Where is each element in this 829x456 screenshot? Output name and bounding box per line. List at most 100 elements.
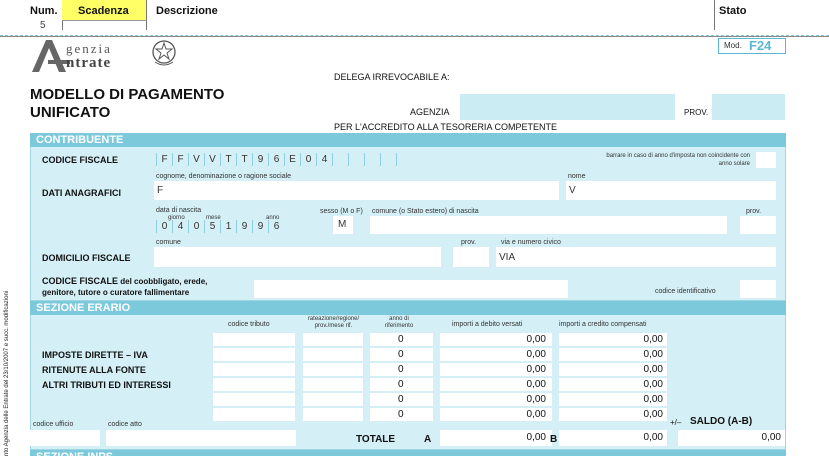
codice-ufficio-label: codice ufficio [33, 421, 74, 428]
codice-tributo-input[interactable] [213, 378, 295, 391]
comune-domicilio-input[interactable] [154, 247, 441, 267]
rateazione-input[interactable] [303, 363, 363, 376]
totale-a-label: A [424, 434, 432, 445]
via-input[interactable]: VIA [496, 247, 776, 267]
anno-riferimento-input[interactable]: 0 [370, 393, 433, 406]
codice-tributo-input[interactable] [213, 348, 295, 361]
form-title-line1: MODELLO DI PAGAMENTO [30, 86, 225, 103]
codice-tributo-input[interactable] [213, 393, 295, 406]
anno-riferimento-input[interactable]: 0 [370, 348, 433, 361]
anno-riferimento-input[interactable]: 0 [370, 363, 433, 376]
rateazione-input[interactable] [303, 408, 363, 421]
totale-label: TOTALE [356, 434, 396, 445]
header-col-stato[interactable]: Stato [714, 0, 828, 30]
mod-label: Mod. [724, 41, 742, 50]
rateazione-input[interactable] [303, 378, 363, 391]
row-label-imposte: IMPOSTE DIRETTE – IVA [42, 350, 148, 360]
num-value: 5 [40, 20, 46, 31]
codice-tributo-input[interactable] [213, 408, 295, 421]
importo-credito-input[interactable]: 0,00 [559, 408, 667, 421]
delega-field[interactable] [460, 56, 785, 88]
comune-label: comune [156, 239, 181, 246]
plus-minus-symbol: +/– [670, 418, 682, 427]
col-debito: importi a debito versati [452, 321, 523, 328]
header-num-label: Num. [30, 5, 58, 17]
codice-tributo-input[interactable] [213, 333, 295, 346]
prov-dom-label: prov. [461, 239, 477, 246]
col-rateazione: rateazione/regione/ prov./mese rif. [307, 316, 360, 329]
cognome-label: cognome, denominazione o ragione sociale [156, 173, 292, 180]
header-scadenza-label: Scadenza [78, 5, 129, 17]
cognome-input[interactable]: F [154, 181, 559, 200]
contribuente-section-header: CONTRIBUENTE [30, 133, 786, 147]
header-stato-label: Stato [719, 5, 747, 17]
rateazione-input[interactable] [303, 333, 363, 346]
col-anno: anno di riferimento [384, 316, 414, 329]
rateazione-input[interactable] [303, 393, 363, 406]
prov-label: PROV. [684, 108, 709, 117]
header-descrizione-label: Descrizione [156, 5, 218, 17]
delega-label: DELEGA IRREVOCABILE A: [334, 72, 450, 82]
form-title-line2: UNIFICATO [30, 104, 111, 121]
prov-nascita-input[interactable] [740, 216, 776, 234]
header-col-scadenza[interactable]: Scadenza [62, 0, 147, 30]
rateazione-input[interactable] [303, 348, 363, 361]
sesso-input[interactable]: M [333, 216, 353, 234]
importo-credito-input[interactable]: 0,00 [559, 378, 667, 391]
erario-section-header: SEZIONE ERARIO [30, 301, 786, 315]
dati-anagrafici-label: DATI ANAGRAFICI [42, 188, 121, 198]
prov-domicilio-input[interactable] [453, 247, 489, 267]
importo-debito-input[interactable]: 0,00 [440, 393, 552, 406]
domicilio-fiscale-label: DOMICILIO FISCALE [42, 253, 131, 263]
importo-debito-input[interactable]: 0,00 [440, 363, 552, 376]
row-label-altri: ALTRI TRIBUTI ED INTERESSI [42, 380, 171, 390]
mod-code: F24 [749, 38, 772, 53]
comune-nascita-input[interactable] [370, 216, 727, 234]
row-label-ritenute: RITENUTE ALLA FONTE [42, 365, 146, 375]
prov-field[interactable] [712, 94, 785, 120]
importo-credito-input[interactable]: 0,00 [559, 363, 667, 376]
side-decree-text: nto Agenzia delle Entrate del 23/10/2007… [4, 290, 10, 456]
codice-atto-input[interactable] [106, 430, 296, 446]
anno-riferimento-input[interactable]: 0 [370, 378, 433, 391]
inps-section-header: SEZIONE INPS [30, 450, 786, 456]
nome-label: nome [568, 173, 586, 180]
codice-identificativo-label: codice identificativo [655, 288, 716, 295]
totale-a-field: 0,00 [440, 430, 552, 446]
anno-riferimento-input[interactable]: 0 [370, 408, 433, 421]
data-nascita-field[interactable]: 0 4 0 5 1 9 9 6 [156, 220, 284, 233]
importo-credito-input[interactable]: 0,00 [559, 348, 667, 361]
col-codice-tributo: codice tributo [228, 321, 270, 328]
saldo-field: 0,00 [678, 430, 785, 446]
coobbligato-input[interactable] [254, 280, 568, 298]
header-col-num[interactable]: Num. 5 [0, 0, 63, 31]
importo-credito-input[interactable]: 0,00 [559, 333, 667, 346]
codice-tributo-input[interactable] [213, 363, 295, 376]
importo-credito-input[interactable]: 0,00 [559, 393, 667, 406]
importo-debito-input[interactable]: 0,00 [440, 408, 552, 421]
nome-input[interactable]: V [566, 181, 776, 200]
header-col-descrizione[interactable]: Descrizione [146, 0, 715, 30]
codice-identificativo-input[interactable] [740, 280, 776, 298]
col-credito: importi a credito compensati [559, 321, 647, 328]
data-nascita-label: data di nascita [156, 207, 202, 214]
saldo-label: SALDO (A-B) [690, 416, 753, 427]
header-divider [0, 35, 829, 36]
mod-f24-badge: Mod. F24 [718, 38, 786, 54]
importo-debito-input[interactable]: 0,00 [440, 333, 552, 346]
prov-nascita-label: prov. [746, 208, 762, 215]
agenzia-field[interactable] [460, 94, 675, 120]
barrare-note: barrare in caso di anno d'imposta non co… [606, 153, 750, 167]
coobbligato-label: CODICE FISCALE del coobbligato, erede, g… [42, 276, 208, 297]
importo-debito-input[interactable]: 0,00 [440, 378, 552, 391]
codice-ufficio-input[interactable] [30, 430, 100, 446]
anno-riferimento-input[interactable]: 0 [370, 333, 433, 346]
via-label: via e numero civico [501, 239, 561, 246]
barrare-checkbox[interactable] [756, 152, 776, 168]
importo-debito-input[interactable]: 0,00 [440, 348, 552, 361]
logo-text-line2: ntrate [66, 55, 112, 71]
comune-nascita-label: comune (o Stato estero) di nascita [372, 208, 479, 215]
codice-fiscale-field[interactable]: F F V V T T 9 6 E 0 4 [156, 153, 412, 166]
codice-atto-label: codice atto [108, 421, 142, 428]
accredito-label: PER L'ACCREDITO ALLA TESORERIA COMPETENT… [334, 122, 557, 132]
